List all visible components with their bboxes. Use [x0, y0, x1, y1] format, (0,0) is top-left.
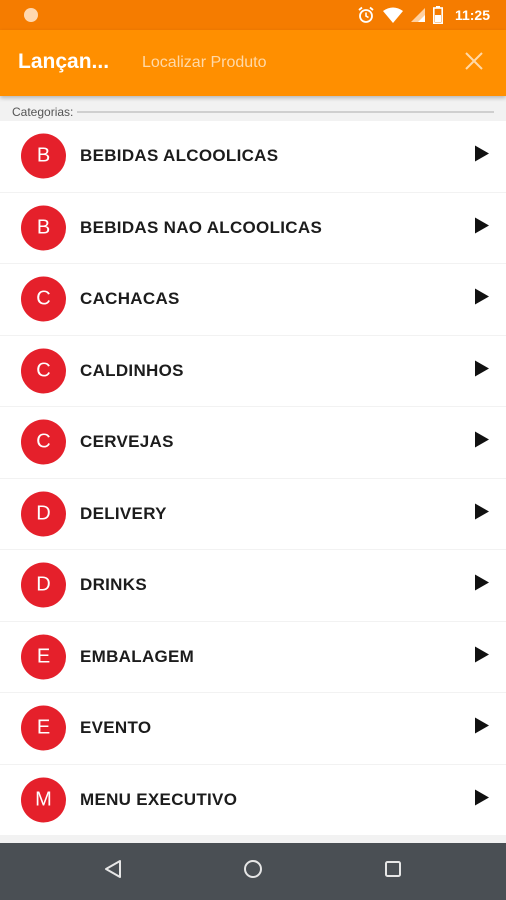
avatar: E — [21, 705, 66, 751]
recents-icon — [384, 860, 402, 883]
navigation-bar — [0, 843, 506, 900]
alarm-icon — [357, 6, 375, 24]
list-item-label: MENU EXECUTIVO — [80, 789, 238, 809]
category-list: B BEBIDAS ALCOOLICAS B BEBIDAS NAO ALCOO… — [0, 121, 506, 843]
home-button[interactable] — [223, 843, 283, 900]
play-arrow-icon — [475, 288, 489, 310]
list-item-label: DELIVERY — [80, 503, 167, 523]
status-icons: 11:25 — [357, 0, 490, 30]
page-title: Lançan... — [18, 50, 110, 73]
play-arrow-icon — [475, 431, 489, 453]
back-button[interactable] — [83, 843, 143, 900]
home-icon — [243, 859, 263, 884]
list-item[interactable]: B BEBIDAS NAO ALCOOLICAS — [0, 192, 506, 263]
list-item-label: CACHACAS — [80, 289, 180, 309]
play-arrow-icon — [475, 646, 489, 667]
app-bar: Lançan... — [0, 30, 506, 96]
notification-dot-icon — [24, 8, 38, 22]
list-item[interactable]: C CALDINHOS — [0, 335, 506, 406]
list-item-label: DRINKS — [80, 575, 147, 595]
section-label: Categorias: — [12, 105, 74, 119]
play-arrow-icon — [475, 503, 489, 524]
play-arrow-icon — [475, 145, 489, 167]
recents-button[interactable] — [363, 843, 423, 900]
list-item[interactable]: M MENU EXECUTIVO — [0, 764, 506, 835]
avatar: D — [21, 491, 66, 537]
list-item-label: BEBIDAS NAO ALCOOLICAS — [80, 217, 323, 237]
play-arrow-icon — [475, 360, 489, 381]
close-search-button[interactable] — [460, 49, 488, 77]
list-item[interactable]: D DRINKS — [0, 550, 506, 621]
list-item[interactable]: E EVENTO — [0, 693, 506, 764]
list-item-label: BEBIDAS ALCOOLICAS — [80, 146, 279, 166]
avatar: B — [21, 205, 66, 251]
play-arrow-icon — [475, 217, 489, 238]
avatar: C — [21, 419, 66, 465]
avatar: M — [21, 777, 66, 823]
avatar: E — [21, 634, 66, 680]
list-item[interactable]: C CACHACAS — [0, 264, 506, 335]
battery-icon — [432, 6, 443, 24]
list-item[interactable]: D DELIVERY — [0, 478, 506, 549]
avatar: B — [21, 133, 66, 179]
search-input[interactable] — [142, 48, 442, 78]
play-arrow-icon — [475, 717, 489, 739]
list-item-label: CALDINHOS — [80, 360, 184, 380]
avatar: C — [21, 276, 66, 322]
signal-icon — [410, 8, 425, 22]
list-item[interactable]: C CERVEJAS — [0, 407, 506, 478]
back-icon — [104, 859, 122, 884]
status-bar: 11:25 — [0, 0, 506, 30]
play-arrow-icon — [475, 789, 489, 810]
avatar: D — [21, 562, 66, 608]
list-item[interactable]: B BEBIDAS ALCOOLICAS — [0, 121, 506, 192]
list-item[interactable]: E EMBALAGEM — [0, 621, 506, 692]
list-item-label: EMBALAGEM — [80, 646, 195, 666]
play-arrow-icon — [475, 574, 489, 596]
list-item-label: CERVEJAS — [80, 432, 174, 452]
list-item-label: EVENTO — [80, 718, 152, 738]
close-icon — [465, 51, 483, 75]
avatar: C — [21, 348, 66, 394]
wifi-icon — [382, 7, 403, 23]
divider — [77, 111, 494, 113]
categories-header: Categorias: — [12, 104, 494, 120]
status-time: 11:25 — [454, 7, 490, 23]
